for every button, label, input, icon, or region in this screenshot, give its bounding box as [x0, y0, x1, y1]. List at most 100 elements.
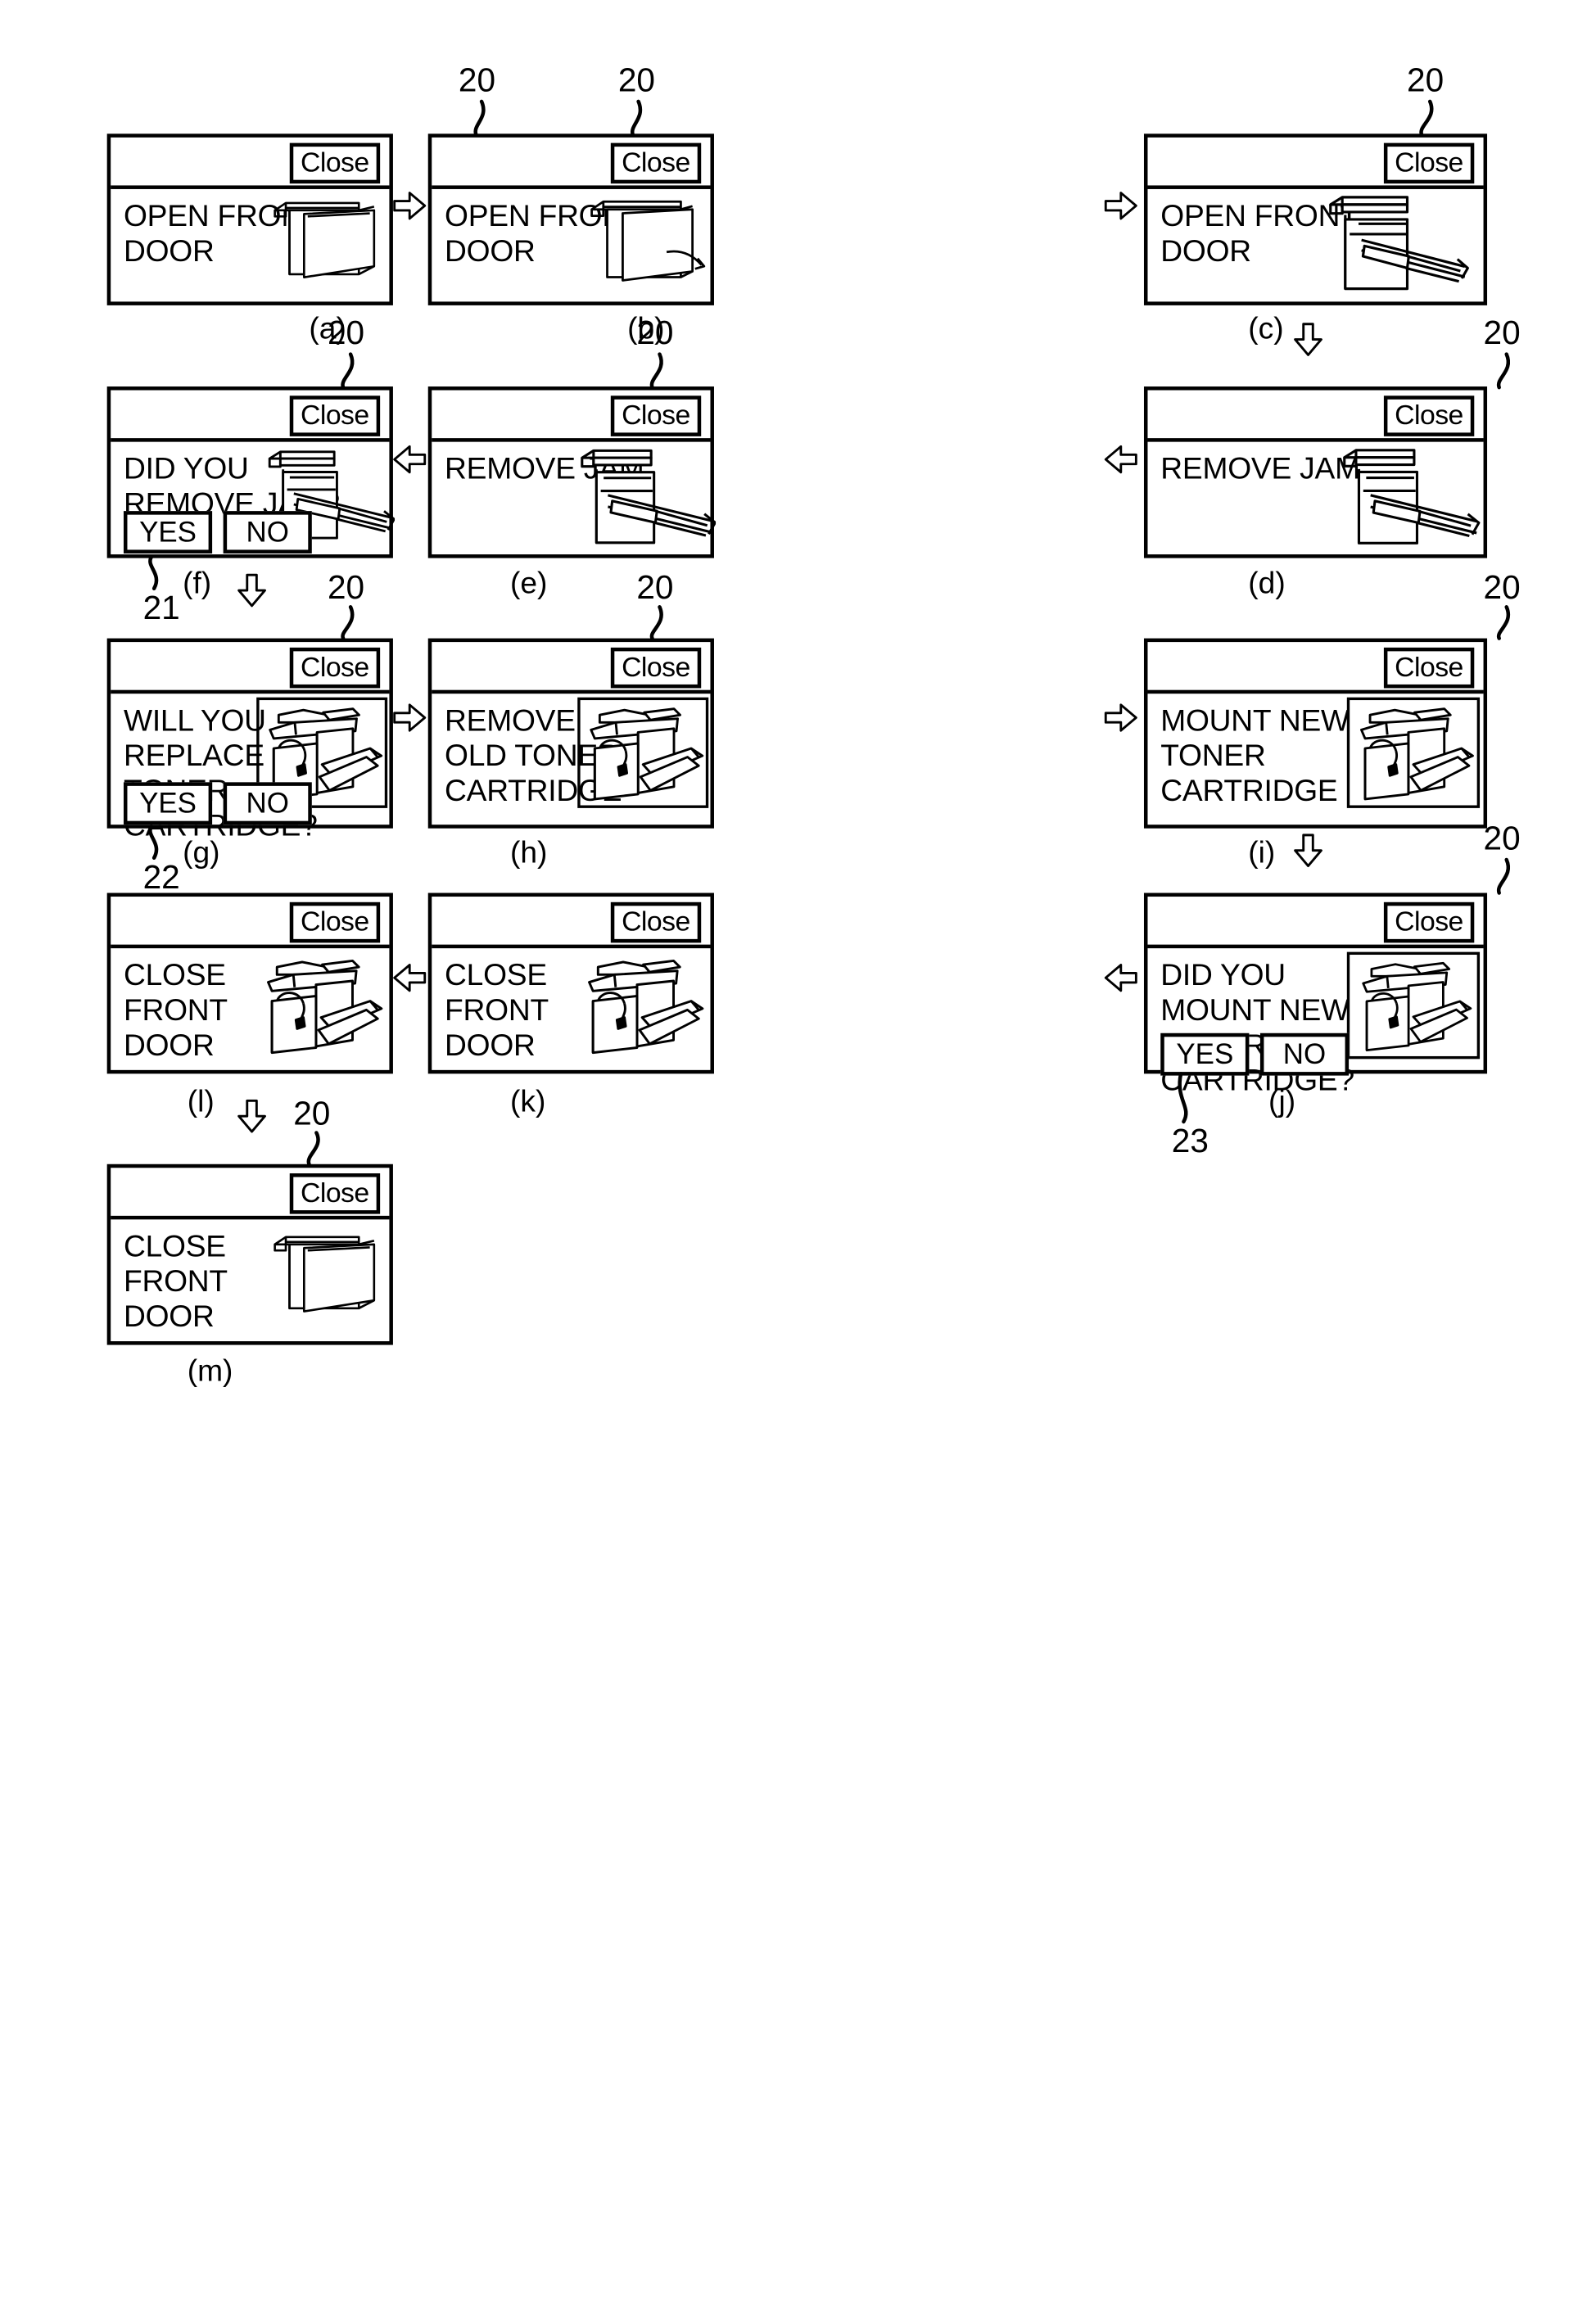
panel-body: REMOVE JAM: [432, 442, 710, 554]
close-button[interactable]: Close: [610, 395, 702, 436]
illustration-printer-front-door-closed: [268, 185, 390, 296]
panel-titlebar: Close: [111, 138, 390, 189]
panel-body: MOUNT NEW TONER CARTRIDGE: [1147, 694, 1483, 825]
illustration-printer-toner-cartridge: [1346, 697, 1481, 808]
illustration-printer-toner-cartridge: [1346, 951, 1481, 1060]
close-button[interactable]: Close: [610, 901, 702, 943]
answer-button-row: YES NO: [123, 511, 312, 554]
panel-body: CLOSE FRONT DOOR: [111, 1219, 389, 1341]
flow-arrow-d-to-e: [1103, 443, 1138, 477]
close-button[interactable]: Close: [289, 1173, 381, 1214]
flow-arrow-h-to-i: [1103, 701, 1138, 734]
close-button[interactable]: Close: [289, 647, 381, 689]
screen-panel-i[interactable]: Close MOUNT NEW TONER CARTRIDGE: [1143, 638, 1488, 829]
ref-numeral-20-h: 20: [636, 567, 674, 607]
panel-body: OPEN FRONT DOOR: [432, 189, 710, 301]
illustration-printer-toner-cartridge: [577, 952, 708, 1061]
flow-arrow-a-to-b: [392, 189, 427, 223]
ref-numeral-20-c: 20: [1407, 61, 1445, 99]
flow-arrow-e-to-f: [392, 443, 427, 477]
flow-arrow-k-to-l: [392, 961, 427, 995]
illustration-printer-toner-cartridge: [256, 952, 387, 1061]
panel-body: REMOVE OLD TONER CARTRIDGE: [432, 694, 710, 825]
close-button[interactable]: Close: [289, 395, 381, 436]
panel-body: CLOSE FRONT DOOR: [432, 948, 710, 1070]
ref-numeral-20-i: 20: [1483, 567, 1521, 607]
screen-panel-k[interactable]: Close CLOSE FRONT DOOR: [427, 892, 714, 1074]
ref-numeral-22: 22: [142, 857, 180, 896]
panel-caption-l: (l): [187, 1083, 215, 1118]
flow-arrow-i-to-j: [1291, 832, 1325, 869]
close-button[interactable]: Close: [610, 647, 702, 689]
ref-numeral-20-g: 20: [327, 567, 365, 607]
panel-titlebar: Close: [432, 642, 711, 694]
illustration-printer-toner-cartridge: [577, 697, 709, 808]
screen-panel-l[interactable]: Close CLOSE FRONT DOOR: [106, 892, 393, 1074]
flow-arrow-b-to-c: [1103, 189, 1138, 223]
ref-numeral-20-f: 20: [327, 314, 365, 352]
ref-numeral-20-b: 20: [617, 61, 655, 99]
no-button[interactable]: NO: [223, 511, 312, 554]
flow-arrow-j-to-k: [1103, 961, 1138, 995]
panel-caption-f: (f): [183, 565, 212, 600]
no-button[interactable]: NO: [1259, 1032, 1350, 1076]
panel-caption-e: (e): [510, 565, 548, 600]
panel-titlebar: Close: [1147, 391, 1484, 442]
panel-caption-k: (k): [510, 1083, 546, 1118]
illustration-printer-front-door-closed: [268, 1223, 390, 1326]
screen-panel-c[interactable]: Close OPEN FRONT DOOR: [1143, 133, 1488, 305]
panel-titlebar: Close: [1147, 642, 1484, 694]
close-button[interactable]: Close: [1383, 647, 1475, 689]
screen-panel-m[interactable]: Close CLOSE FRONT DOOR: [106, 1164, 393, 1345]
panel-body: DID YOU REMOVE JAM? YES NO: [111, 442, 389, 554]
yes-button[interactable]: YES: [123, 782, 213, 825]
screen-panel-d[interactable]: Close REMOVE JAM: [1143, 386, 1488, 558]
screen-panel-e[interactable]: Close REMOVE JAM: [427, 386, 714, 558]
answer-button-row: YES NO: [1160, 1032, 1350, 1076]
close-button[interactable]: Close: [289, 901, 381, 943]
illustration-printer-front-door-opening: [584, 185, 713, 297]
ref-numeral-20-a: 20: [458, 61, 496, 99]
patent-figure: Close OPEN FRONT DOOR (a) 20 Close OPEN …: [0, 0, 1596, 1439]
panel-message: CLOSE FRONT DOOR: [123, 957, 228, 1062]
screen-panel-j[interactable]: Close DID YOU MOUNT NEW TONER CARTRIDGE?…: [1143, 892, 1488, 1097]
flow-arrow-g-to-h: [392, 701, 427, 734]
ref-numeral-20-m: 20: [293, 1094, 331, 1132]
ref-numeral-21: 21: [142, 588, 180, 626]
flow-arrow-f-to-g: [235, 572, 269, 608]
close-button[interactable]: Close: [289, 142, 381, 184]
panel-body: DID YOU MOUNT NEW TONER CARTRIDGE? YES N…: [1147, 948, 1483, 1097]
panel-message: DID YOU MOUNT NEW TONER CARTRIDGE?: [1160, 957, 1354, 1097]
panel-caption-i: (i): [1248, 834, 1276, 870]
yes-button[interactable]: YES: [1160, 1032, 1250, 1076]
close-button[interactable]: Close: [1383, 395, 1475, 436]
panel-titlebar: Close: [111, 897, 390, 949]
no-button[interactable]: NO: [223, 782, 312, 825]
close-button[interactable]: Close: [610, 142, 702, 184]
yes-button[interactable]: YES: [123, 511, 213, 554]
illustration-printer-jam-interior: [572, 440, 716, 556]
ref-numeral-20-j: 20: [1483, 819, 1521, 857]
panel-caption-d: (d): [1248, 565, 1286, 600]
screen-panel-h[interactable]: Close REMOVE OLD TONER CARTRIDGE: [427, 638, 714, 829]
panel-titlebar: Close: [111, 1168, 390, 1220]
panel-caption-g: (g): [183, 834, 220, 870]
panel-message: REMOVE JAM: [1160, 450, 1360, 486]
flow-arrow-l-to-m: [235, 1098, 269, 1135]
screen-panel-g[interactable]: Close WILL YOU REPLACE TONER CARTRIDGE? …: [106, 638, 393, 843]
ref-numeral-20-d: 20: [1483, 314, 1521, 352]
panel-caption-j: (j): [1268, 1083, 1296, 1118]
panel-body: OPEN FRONT DOOR: [1147, 189, 1483, 301]
close-button[interactable]: Close: [1383, 142, 1475, 184]
panel-message: CLOSE FRONT DOOR: [445, 957, 549, 1062]
illustration-printer-front-door-open: [1306, 185, 1481, 303]
panel-caption-m: (m): [187, 1353, 233, 1388]
screen-panel-a[interactable]: Close OPEN FRONT DOOR: [106, 133, 393, 305]
screen-panel-b[interactable]: Close OPEN FRONT DOOR: [427, 133, 714, 305]
panel-titlebar: Close: [111, 391, 390, 442]
panel-caption-c: (c): [1248, 310, 1284, 346]
close-button[interactable]: Close: [1383, 901, 1475, 943]
leader-lines: [148, 99, 1510, 1167]
panel-message: CLOSE FRONT DOOR: [123, 1228, 228, 1333]
screen-panel-f[interactable]: Close DID YOU REMOVE JAM? YES NO: [106, 386, 393, 558]
